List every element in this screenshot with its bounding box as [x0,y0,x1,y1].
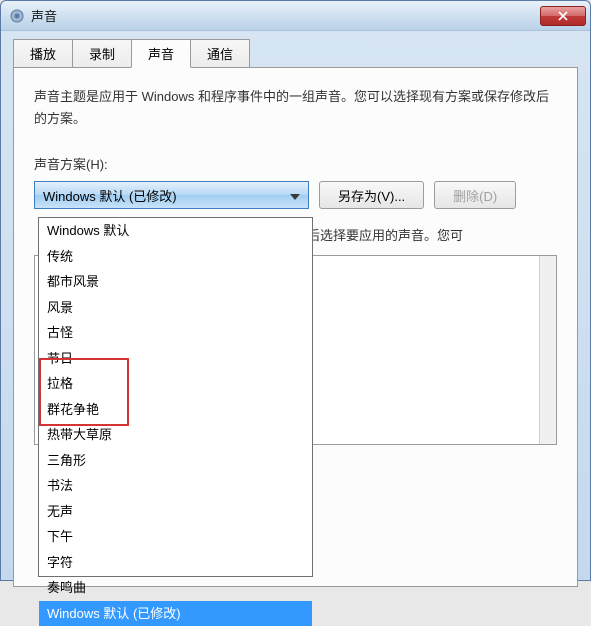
chevron-down-icon [288,188,302,203]
dropdown-option[interactable]: 传统 [39,244,312,270]
delete-button[interactable]: 删除(D) [434,181,516,209]
dropdown-option[interactable]: 奏鸣曲 [39,575,312,601]
tab-communications[interactable]: 通信 [190,39,250,67]
tab-sounds[interactable]: 声音 [131,39,191,68]
dropdown-option[interactable]: Windows 默认 [39,218,312,244]
speaker-icon [9,8,25,24]
dropdown-option[interactable]: 下午 [39,524,312,550]
dropdown-option[interactable]: 节日 [39,346,312,372]
close-button[interactable] [540,6,586,26]
sound-scheme-dropdown: Windows 默认传统都市风景风景古怪节日拉格群花争艳热带大草原三角形书法无声… [38,217,313,577]
sound-scheme-selected: Windows 默认 (已修改) [43,186,288,205]
scheme-label: 声音方案(H): [34,154,557,173]
tab-playback[interactable]: 播放 [13,39,73,67]
dropdown-option[interactable]: 拉格 [39,371,312,397]
tab-recording[interactable]: 录制 [72,39,132,67]
save-as-button[interactable]: 另存为(V)... [319,181,424,209]
sound-dialog: 声音 播放 录制 声音 通信 声音主题是应用于 Windows 和程序事件中的一… [0,0,591,581]
close-icon [558,11,568,21]
dropdown-option[interactable]: 群花争艳 [39,397,312,423]
dropdown-option[interactable]: 都市风景 [39,269,312,295]
description-text: 声音主题是应用于 Windows 和程序事件中的一组声音。您可以选择现有方案或保… [34,86,557,130]
dropdown-option[interactable]: 风景 [39,295,312,321]
sound-scheme-combobox[interactable]: Windows 默认 (已修改) [34,181,309,209]
tab-strip: 播放 录制 声音 通信 [1,31,590,67]
scheme-row: Windows 默认 (已修改) 另存为(V)... 删除(D) [34,181,557,209]
dropdown-option[interactable]: 字符 [39,550,312,576]
window-title: 声音 [31,6,540,25]
dropdown-option[interactable]: 无声 [39,499,312,525]
dropdown-option[interactable]: 三角形 [39,448,312,474]
titlebar: 声音 [1,1,590,31]
dropdown-option[interactable]: Windows 默认 (已修改) [39,601,312,626]
scrollbar[interactable] [539,256,556,444]
dropdown-option[interactable]: 热带大草原 [39,422,312,448]
dropdown-option[interactable]: 书法 [39,473,312,499]
dropdown-option[interactable]: 古怪 [39,320,312,346]
